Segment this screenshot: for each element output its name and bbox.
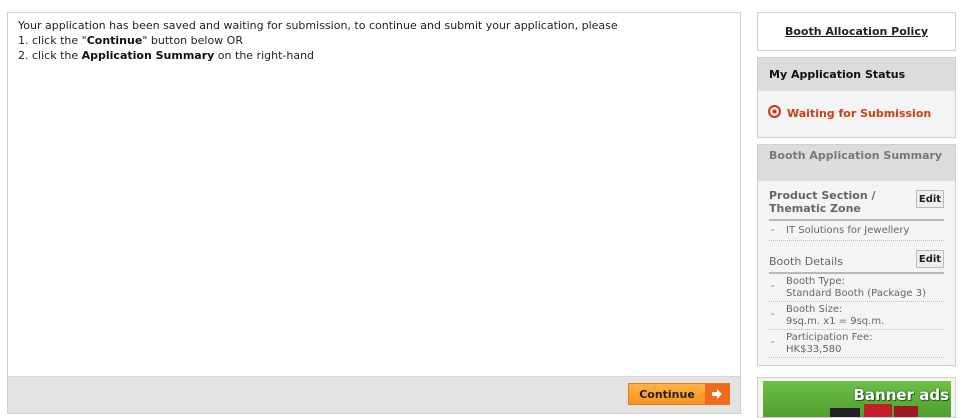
instruction-message: Your application has been saved and wait… <box>8 13 740 68</box>
banner-text: Banner ads <box>853 386 950 404</box>
bullet-dash: - <box>771 281 775 292</box>
list-item: - IT Solutions for Jewellery <box>769 221 944 241</box>
target-icon <box>768 105 781 121</box>
list-item: - Booth Size: 9sq.m. x1 = 9sq.m. <box>769 302 944 330</box>
booth-type-label: Booth Type: <box>786 276 845 287</box>
policy-box: Booth Allocation Policy <box>757 12 956 51</box>
list-item: - Booth Type: Standard Booth (Package 3) <box>769 274 944 302</box>
continue-button[interactable]: Continue <box>628 383 730 405</box>
message-line-2-post: " button below OR <box>142 34 243 47</box>
message-line-2: 1. click the "Continue" button below OR <box>18 33 730 48</box>
message-line-2-bold: Continue <box>86 34 143 47</box>
bullet-dash: - <box>771 337 775 348</box>
action-bar: Continue <box>8 376 740 413</box>
bullet-dash: - <box>771 225 775 236</box>
message-line-2-pre: 1. click the " <box>18 34 87 47</box>
booth-details-section: Booth Details Edit - Booth Type: Standard… <box>769 241 944 358</box>
banner-product-image <box>830 408 860 417</box>
booth-size-label: Booth Size: <box>786 304 843 315</box>
message-line-3-pre: 2. click the <box>18 49 82 62</box>
status-value: Waiting for Submission <box>787 106 932 120</box>
arrow-right-icon <box>705 384 729 404</box>
summary-header[interactable]: Booth Application Summary <box>758 145 955 181</box>
product-section-value: IT Solutions for Jewellery <box>786 225 910 236</box>
edit-product-section-button[interactable]: Edit <box>916 190 944 208</box>
main-panel: Your application has been saved and wait… <box>7 12 741 414</box>
bullet-dash: - <box>771 309 775 320</box>
message-line-1: Your application has been saved and wait… <box>18 19 618 32</box>
application-summary-box: Booth Application Summary Product Sectio… <box>757 144 956 366</box>
banner-ad[interactable]: Banner ads <box>757 377 956 418</box>
booth-type-value: Standard Booth (Package 3) <box>786 288 926 299</box>
product-section: Product Section / Thematic Zone Edit - I… <box>769 181 944 241</box>
message-line-3-bold: Application Summary <box>81 49 215 62</box>
continue-button-label: Continue <box>639 387 695 401</box>
participation-fee-label: Participation Fee: <box>786 332 873 343</box>
message-line-3: 2. click the Application Summary on the … <box>18 48 730 63</box>
status-header: My Application Status <box>758 58 955 91</box>
booth-size-value: 9sq.m. x1 = 9sq.m. <box>786 316 885 327</box>
list-item: - Participation Fee: HK$33,580 <box>769 330 944 358</box>
banner-product-image <box>894 406 918 417</box>
participation-fee-value: HK$33,580 <box>786 344 842 355</box>
message-line-3-post: on the right-hand <box>214 49 315 62</box>
status-body: Waiting for Submission <box>758 91 955 135</box>
product-section-title: Product Section / Thematic Zone <box>769 189 876 215</box>
banner-product-image <box>864 404 892 417</box>
edit-booth-details-button[interactable]: Edit <box>916 250 944 268</box>
booth-allocation-policy-link[interactable]: Booth Allocation Policy <box>785 25 928 38</box>
application-status-box: My Application Status Waiting for Submis… <box>757 57 956 138</box>
booth-details-title: Booth Details <box>769 255 843 268</box>
